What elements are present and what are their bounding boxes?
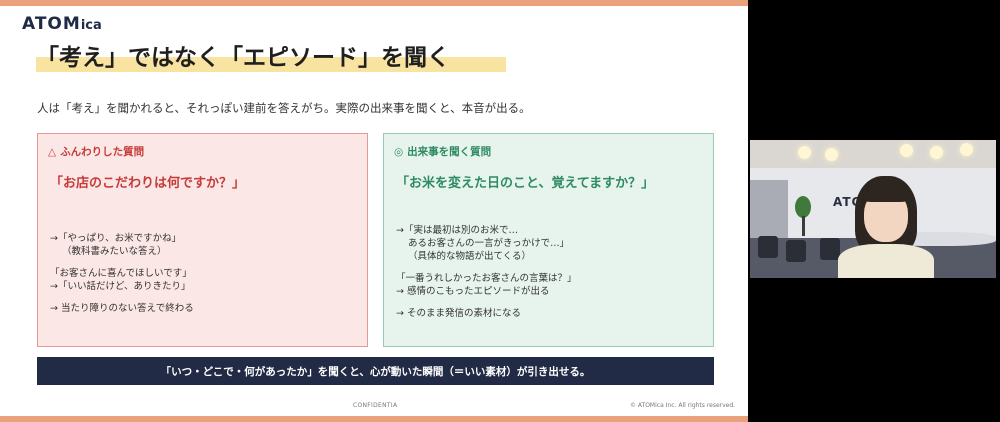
office-chair bbox=[758, 236, 778, 258]
video-window bbox=[750, 180, 788, 240]
vague-question-card: △ ふんわりした質問 「お店のこだわりは何ですか？」 →「やっぱり、お米ですかね」… bbox=[37, 133, 368, 347]
ceiling-light bbox=[825, 148, 838, 161]
summary-banner: 「いつ・どこで・何があったか」を聞くと、心が動いた瞬間（＝いい素材）が引き出せる… bbox=[37, 357, 714, 385]
slide-subtitle: 人は「考え」を聞かれると、それっぽい建前を答えがち。実際の出来事を聞くと、本音が… bbox=[37, 101, 531, 115]
note-group: → 当たり障りのない答えで終わる bbox=[50, 302, 194, 315]
logo-small-text: ica bbox=[80, 18, 102, 33]
video-ceiling bbox=[750, 140, 996, 170]
note-group: →「やっぱり、お米ですかね」 （教科書みたいな答え） bbox=[50, 232, 194, 258]
note-line: （具体的な物語が出てくる） bbox=[408, 251, 532, 262]
vague-question-notes: →「やっぱり、お米ですかね」 （教科書みたいな答え） 「お客さんに喜んでほしいで… bbox=[50, 232, 194, 324]
note-line: 「お客さんに喜んでほしいです」 bbox=[50, 268, 192, 279]
confidential-footer: CONFIDENTIA bbox=[353, 402, 398, 409]
note-line: → そのまま発信の素材になる bbox=[396, 308, 521, 319]
note-line: 「一番うれしかったお客さんの言葉は？」 bbox=[396, 273, 577, 284]
participant-bangs bbox=[862, 184, 910, 202]
office-chair bbox=[820, 238, 840, 260]
vague-question-example: 「お店のこだわりは何ですか？」 bbox=[50, 176, 246, 191]
note-group: 「お客さんに喜んでほしいです」 →「いい話だけど、ありきたり」 bbox=[50, 267, 194, 293]
presentation-slide: ATOMica 「考え」ではなく「エピソード」を聞く 人は「考え」を聞かれると、… bbox=[0, 0, 748, 422]
ceiling-light bbox=[900, 144, 913, 157]
logo-main-text: ATOM bbox=[22, 14, 81, 34]
episode-question-label: ◎ 出来事を聞く質問 bbox=[394, 146, 492, 158]
episode-question-card: ◎ 出来事を聞く質問 「お米を変えた日のこと、覚えてますか？」 →「実は最初は別の… bbox=[383, 133, 714, 347]
note-line: → 当たり障りのない答えで終わる bbox=[50, 303, 194, 314]
ceiling-light bbox=[798, 146, 811, 159]
plant-stem bbox=[802, 216, 805, 236]
atomica-logo: ATOMica bbox=[22, 14, 102, 34]
copyright-footer: © ATOMica Inc. All rights reserved. bbox=[630, 402, 736, 409]
note-line: →「いい話だけど、ありきたり」 bbox=[50, 281, 191, 292]
ceiling-light bbox=[930, 146, 943, 159]
double-circle-icon: ◎ bbox=[394, 146, 404, 158]
slide-title: 「考え」ではなく「エピソード」を聞く bbox=[36, 45, 450, 71]
note-line: →「実は最初は別のお米で… bbox=[396, 225, 518, 236]
note-line: （教科書みたいな答え） bbox=[62, 246, 167, 257]
episode-question-example: 「お米を変えた日のこと、覚えてますか？」 bbox=[396, 176, 655, 191]
ceiling-light bbox=[960, 143, 973, 156]
office-chair bbox=[786, 240, 806, 262]
slide-top-accent-bar bbox=[0, 0, 748, 6]
triangle-icon: △ bbox=[48, 146, 57, 158]
note-group: → そのまま発信の素材になる bbox=[396, 307, 577, 320]
note-line: →「やっぱり、お米ですかね」 bbox=[50, 233, 182, 244]
participant-body bbox=[838, 244, 934, 278]
note-line: あるお客さんの一言がきっかけで…」 bbox=[408, 238, 570, 249]
note-line: → 感情のこもったエピソードが出る bbox=[396, 286, 550, 297]
slide-bottom-accent-bar bbox=[0, 416, 748, 422]
vague-question-label: △ ふんわりした質問 bbox=[48, 146, 145, 158]
potted-plant bbox=[795, 196, 811, 218]
note-group: 「一番うれしかったお客さんの言葉は？」 → 感情のこもったエピソードが出る bbox=[396, 272, 577, 298]
episode-question-notes: →「実は最初は別のお米で… あるお客さんの一言がきっかけで…」 （具体的な物語が… bbox=[396, 224, 577, 329]
participant-video-tile[interactable]: ATO bbox=[750, 140, 996, 278]
note-group: →「実は最初は別のお米で… あるお客さんの一言がきっかけで…」 （具体的な物語が… bbox=[396, 224, 577, 263]
